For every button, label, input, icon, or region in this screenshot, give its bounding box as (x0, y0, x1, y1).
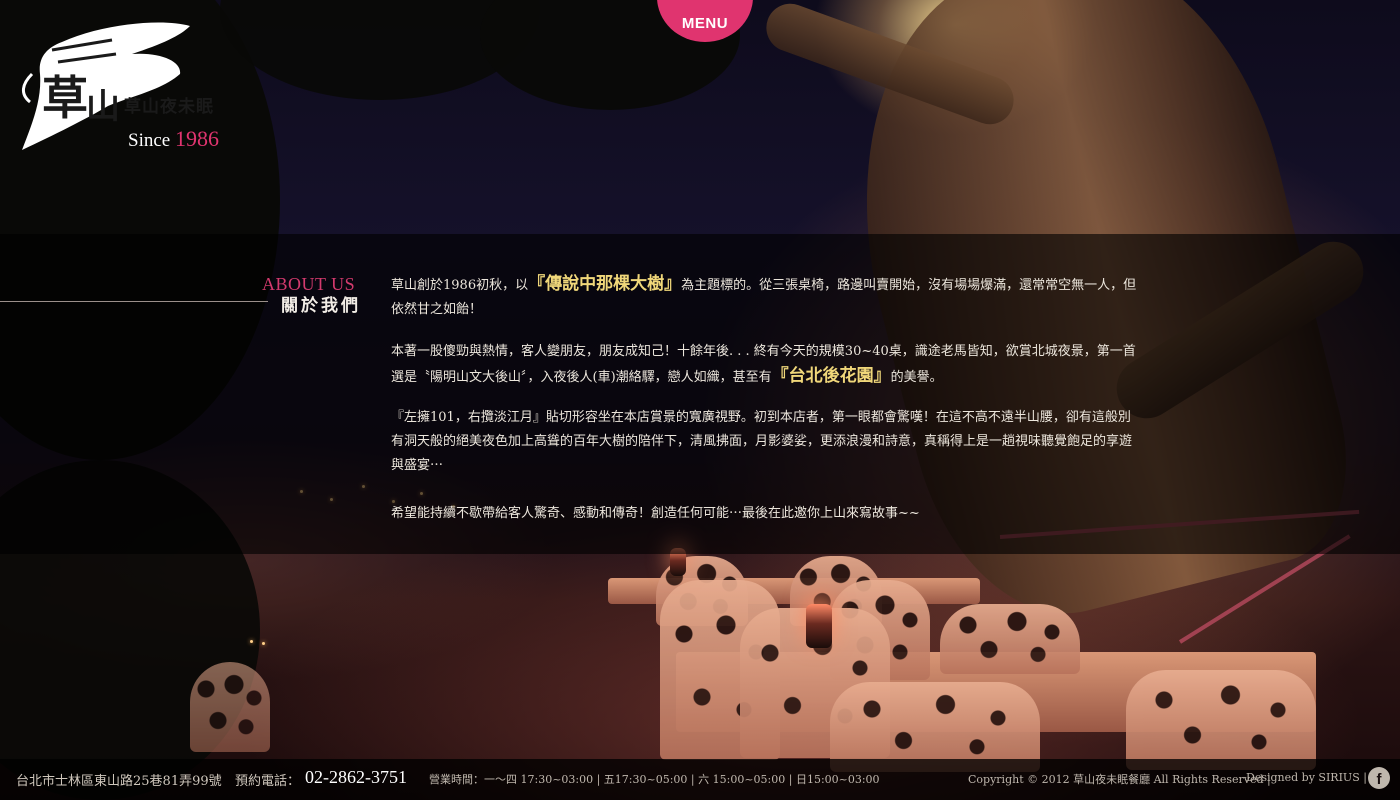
site-logo[interactable]: 草 山 草山夜未眠 Since 1986 (12, 14, 222, 154)
footer-address: 台北市士林區東山路25巷81弄99號 (16, 774, 222, 789)
about-paragraph-2: 本著一股傻勁與熱情，客人變朋友，朋友成知己！十餘年後. . . 終有今天的規模3… (391, 344, 1136, 386)
footer-copyright: Copyright © 2012 草山夜未眠餐廳 All Rights Rese… (968, 773, 1271, 786)
footer-tel-label: 預約電話： (235, 774, 301, 789)
highlight-tree: 『傳說中那棵大樹』 (528, 274, 682, 294)
logo-name: 草山夜未眠 (124, 97, 214, 117)
about-paragraph-1: 草山創於1986初秋，以『傳說中那棵大樹』為主題標的。從三張桌椅，路邊叫賣開始，… (391, 274, 1137, 317)
svg-text:山: 山 (86, 87, 120, 127)
footer-designer-link[interactable]: Designed by SIRIUS | (1246, 771, 1367, 784)
svg-text:草: 草 (42, 71, 88, 125)
about-paragraph-3: 『左擁101，右攬淡江月』貼切形容坐在本店賞景的寬廣視野。初到本店者，第一眼都會… (391, 410, 1133, 473)
candle-lamp (806, 604, 832, 648)
logo-since-year: 1986 (174, 126, 219, 151)
highlight-garden: 『台北後花園』 (771, 366, 891, 386)
footer: 台北市士林區東山路25巷81弄99號 預約電話： 02-2862-3751 營業… (0, 759, 1400, 800)
about-heading-zh: 關於我們 (281, 296, 361, 316)
logo-since: Since 1986 (128, 126, 219, 152)
facebook-icon[interactable]: f (1368, 767, 1390, 789)
menu-label: MENU (681, 15, 729, 32)
about-paragraph-4: 希望能持續不歇帶給客人驚奇、感動和傳奇！創造任何可能⋯最後在此邀你上山來寫故事~… (391, 506, 920, 521)
footer-phone: 02-2862-3751 (305, 767, 407, 787)
logo-since-text: Since (128, 130, 171, 151)
about-divider (0, 301, 268, 302)
footer-hours: 營業時間：一～四 17:30~03:00 | 五17:30~05:00 | 六 … (429, 773, 880, 786)
